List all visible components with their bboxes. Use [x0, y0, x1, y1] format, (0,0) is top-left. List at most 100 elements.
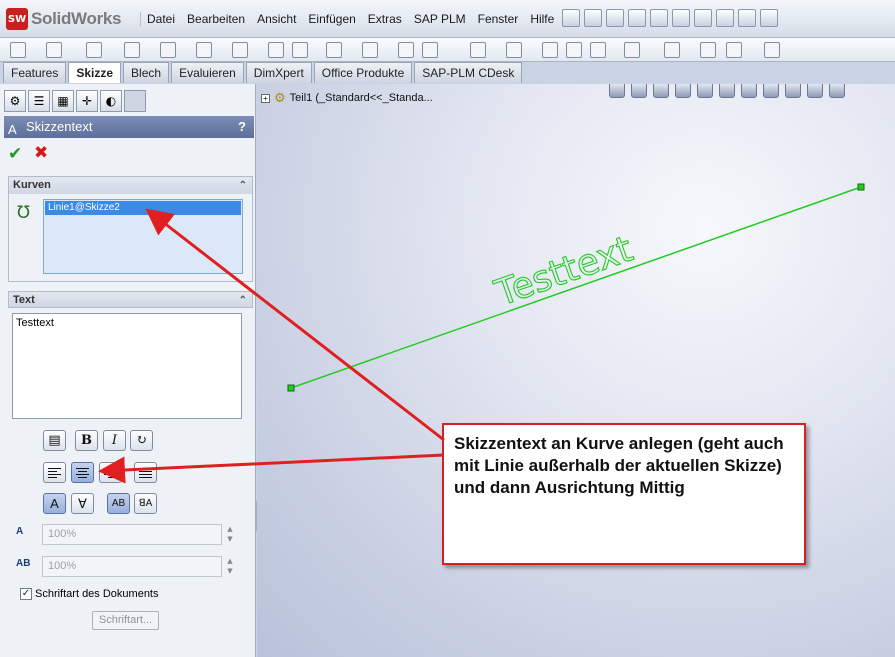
- spacing-input[interactable]: 100%: [42, 556, 222, 577]
- options-icon[interactable]: [716, 9, 734, 27]
- text-input[interactable]: Testtext: [12, 313, 242, 419]
- repair-sketch-icon[interactable]: [700, 42, 716, 58]
- plane-icon[interactable]: [398, 42, 414, 58]
- menu-einfuegen[interactable]: Einfügen: [302, 12, 361, 26]
- offset-icon[interactable]: [542, 42, 558, 58]
- mirror-icon[interactable]: [566, 42, 582, 58]
- select-icon[interactable]: [672, 9, 690, 27]
- font-button[interactable]: Schriftart...: [92, 611, 159, 630]
- dimxpert-manager-icon[interactable]: ✛: [76, 90, 98, 112]
- flip-mirror-button[interactable]: ꓭA: [134, 493, 157, 514]
- sketch-toolbar: [0, 38, 895, 62]
- curve-selection-list[interactable]: Linie1@Skizze2: [43, 199, 243, 274]
- tab-dimxpert[interactable]: DimXpert: [245, 62, 312, 83]
- flip-vertical-button[interactable]: A: [43, 493, 66, 514]
- rotate-text-icon[interactable]: ↻: [130, 430, 153, 451]
- graphics-area[interactable]: + ⚙ Teil1 (_Standard<<_Standa... Testtex…: [257, 84, 895, 657]
- align-right-button[interactable]: [99, 462, 122, 483]
- doc-font-option[interactable]: ✓ Schriftart des Dokuments: [20, 588, 159, 600]
- tab-office-produkte[interactable]: Office Produkte: [313, 62, 413, 83]
- open-document-icon[interactable]: [584, 9, 602, 27]
- rapid-sketch-icon[interactable]: [726, 42, 742, 58]
- panel-tabs: ⚙ ☰ ▦ ✛ ◐: [4, 90, 146, 112]
- tab-sap-plm-cdesk[interactable]: SAP-PLM CDesk: [414, 62, 523, 83]
- spacing-spinner[interactable]: ▲ ▼: [224, 556, 236, 577]
- cancel-button[interactable]: ✖: [34, 143, 48, 163]
- trim-icon[interactable]: [470, 42, 486, 58]
- instant2d-icon[interactable]: [764, 42, 780, 58]
- rectangle-icon[interactable]: [124, 42, 140, 58]
- curve-item[interactable]: Linie1@Skizze2: [45, 201, 241, 215]
- tab-evaluieren[interactable]: Evaluieren: [171, 62, 244, 83]
- tab-features[interactable]: Features: [3, 62, 67, 83]
- menu-datei[interactable]: Datei: [140, 12, 181, 26]
- insert-link-icon[interactable]: ▤: [43, 430, 66, 451]
- collapse-icon[interactable]: ⌃: [239, 292, 247, 309]
- flip-horizontal-button[interactable]: AB: [107, 493, 130, 514]
- save-icon[interactable]: [606, 9, 624, 27]
- bold-button[interactable]: B: [75, 430, 98, 451]
- ellipse-icon[interactable]: [326, 42, 342, 58]
- line-endpoint-end[interactable]: [857, 183, 865, 191]
- sketch-canvas: Testtext: [287, 183, 865, 392]
- file-properties-icon[interactable]: [738, 9, 756, 27]
- doc-font-label: Schriftart des Dokuments: [35, 588, 159, 600]
- menu-fenster[interactable]: Fenster: [472, 12, 525, 26]
- menu-extras[interactable]: Extras: [362, 12, 408, 26]
- fillet-icon[interactable]: [362, 42, 378, 58]
- tab-blech[interactable]: Blech: [123, 62, 170, 83]
- print-icon[interactable]: [628, 9, 646, 27]
- width-factor-spinner[interactable]: ▲ ▼: [224, 524, 236, 545]
- sketch-text[interactable]: Testtext: [489, 228, 639, 315]
- display-relations-icon[interactable]: [664, 42, 680, 58]
- align-justify-button[interactable]: [134, 462, 157, 483]
- sw-badge-icon: SW: [6, 8, 28, 30]
- width-factor-icon: A: [16, 526, 24, 537]
- curves-header[interactable]: Kurven ⌃: [9, 177, 252, 194]
- curves-group: Kurven ⌃ Ʊ Linie1@Skizze2: [8, 176, 253, 282]
- italic-button[interactable]: I: [103, 430, 126, 451]
- arc-icon[interactable]: [232, 42, 248, 58]
- slot-icon[interactable]: [160, 42, 176, 58]
- move-entities-icon[interactable]: [624, 42, 640, 58]
- menu-hilfe[interactable]: Hilfe: [524, 12, 560, 26]
- align-left-button[interactable]: [43, 462, 66, 483]
- property-manager-title: Skizzentext: [26, 119, 93, 134]
- circle-icon[interactable]: [196, 42, 212, 58]
- align-center-button[interactable]: [71, 462, 94, 483]
- menu-ansicht[interactable]: Ansicht: [251, 12, 302, 26]
- solidworks-logo[interactable]: SW SolidWorks: [6, 8, 122, 30]
- curve-icon: Ʊ: [17, 203, 30, 223]
- line-icon[interactable]: [86, 42, 102, 58]
- menu-bar: SW SolidWorks Datei Bearbeiten Ansicht E…: [0, 0, 895, 38]
- display-manager-icon[interactable]: ◐: [100, 90, 122, 112]
- undo-icon[interactable]: [650, 9, 668, 27]
- linear-pattern-icon[interactable]: [590, 42, 606, 58]
- feature-manager-icon[interactable]: ⚙: [4, 90, 26, 112]
- convert-entities-icon[interactable]: [506, 42, 522, 58]
- tab-skizze[interactable]: Skizze: [68, 62, 122, 83]
- text-tool-icon[interactable]: [422, 42, 438, 58]
- settings-icon[interactable]: [760, 9, 778, 27]
- curves-title: Kurven: [13, 179, 51, 191]
- smart-dimension-icon[interactable]: [46, 42, 62, 58]
- command-manager-tabs: Features Skizze Blech Evaluieren DimXper…: [0, 62, 523, 84]
- empty-tab[interactable]: [124, 90, 146, 112]
- sketch-icon[interactable]: [10, 42, 26, 58]
- doc-font-checkbox[interactable]: ✓: [20, 588, 32, 600]
- rebuild-icon[interactable]: [694, 9, 712, 27]
- width-factor-input[interactable]: 100%: [42, 524, 222, 545]
- collapse-icon[interactable]: ⌃: [239, 177, 247, 194]
- menu-sap-plm[interactable]: SAP PLM: [408, 12, 472, 26]
- menu-bearbeiten[interactable]: Bearbeiten: [181, 12, 251, 26]
- new-document-icon[interactable]: [562, 9, 580, 27]
- text-header[interactable]: Text ⌃: [8, 291, 253, 308]
- ok-button[interactable]: ✔: [8, 144, 22, 164]
- configuration-manager-icon[interactable]: ▦: [52, 90, 74, 112]
- line-endpoint-start[interactable]: [287, 384, 295, 392]
- help-button[interactable]: ?: [238, 116, 246, 138]
- polygon-icon[interactable]: [268, 42, 284, 58]
- spline-icon[interactable]: [292, 42, 308, 58]
- flip-upside-button[interactable]: ∀: [71, 493, 94, 514]
- property-manager-icon[interactable]: ☰: [28, 90, 50, 112]
